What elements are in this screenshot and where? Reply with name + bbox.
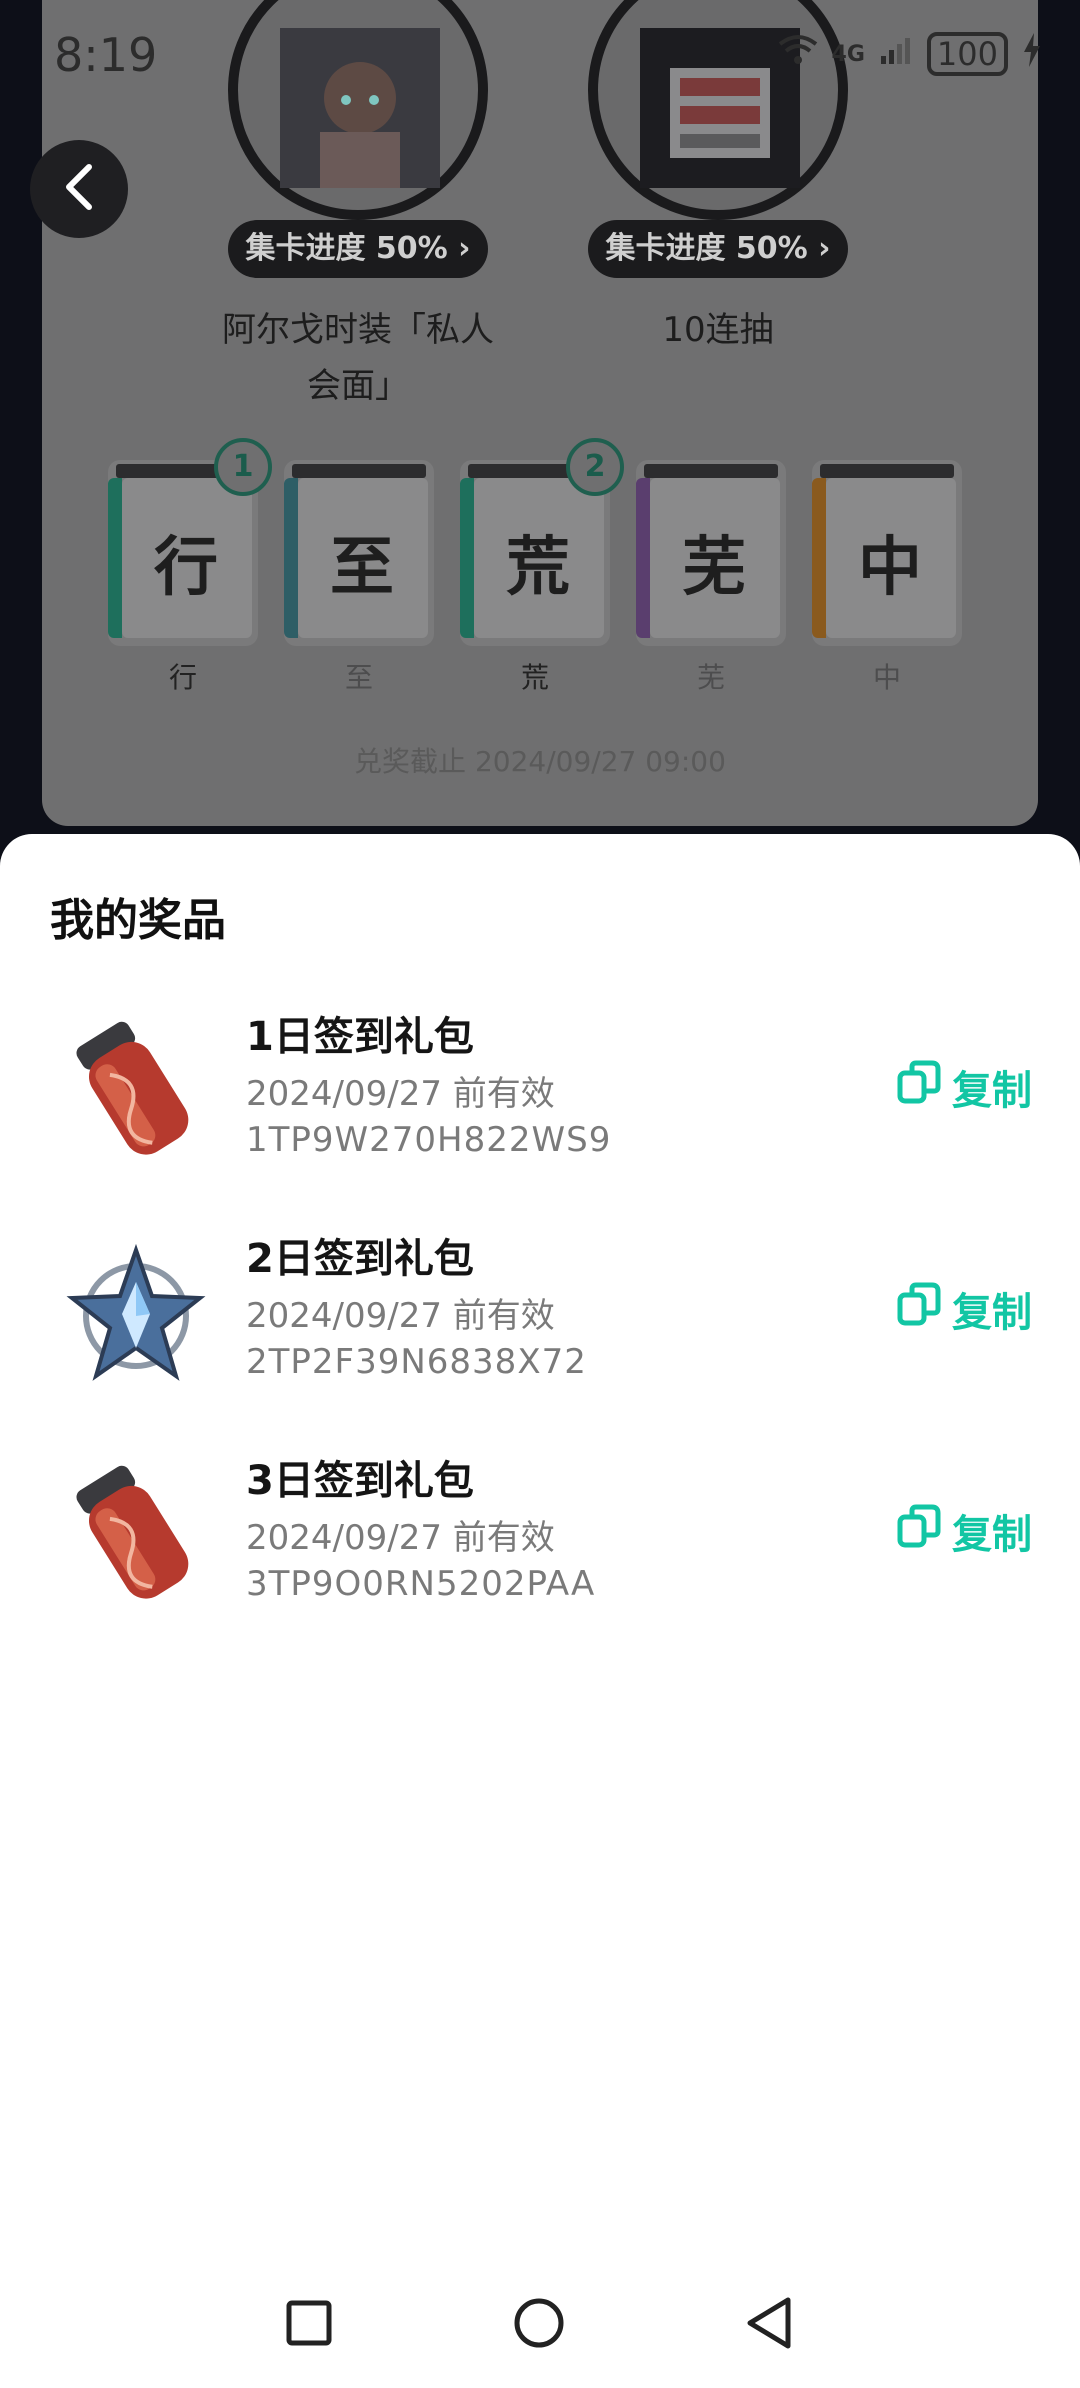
- copy-button[interactable]: 复制: [896, 1052, 1032, 1122]
- status-icons: 4G 100: [778, 32, 1042, 76]
- network-type: 4G: [831, 41, 865, 67]
- sheet-title: 我的奖品: [50, 895, 226, 946]
- card-top-bar: [820, 464, 954, 478]
- battery-indicator: 100: [926, 32, 1008, 76]
- circle-icon: [512, 2296, 566, 2354]
- copy-button[interactable]: 复制: [896, 1274, 1032, 1344]
- prize-item: 1日签到礼包 2024/09/27 前有效 1TP9W270H822WS9 复制: [0, 1004, 1080, 1224]
- prize-code: 3TP9O0RN5202PAA: [246, 1564, 596, 1604]
- card-caption: 荒: [520, 661, 549, 694]
- prize-code: 2TP2F39N6838X72: [246, 1342, 587, 1382]
- prize-code: 1TP9W270H822WS9: [246, 1120, 612, 1160]
- card-tile[interactable]: 中: [812, 460, 962, 646]
- triangle-back-icon: [744, 2296, 794, 2354]
- card-character: 中: [858, 531, 922, 605]
- card-top-bar: [292, 464, 426, 478]
- copy-button[interactable]: 复制: [896, 1496, 1032, 1566]
- recents-button[interactable]: [274, 2290, 344, 2360]
- card-caption: 中: [872, 661, 901, 694]
- signal-icon: [879, 34, 913, 75]
- card-strip: [284, 478, 298, 638]
- prize-name: 2日签到礼包: [246, 1236, 474, 1282]
- card-tile[interactable]: 至: [284, 460, 434, 646]
- card-caption: 行: [168, 661, 197, 694]
- prize-validity: 2024/09/27 前有效: [246, 1518, 555, 1558]
- prize-item: 2日签到礼包 2024/09/27 前有效 2TP2F39N6838X72 复制: [0, 1226, 1080, 1446]
- prize-validity: 2024/09/27 前有效: [246, 1074, 555, 1114]
- status-time: 8:19: [54, 28, 158, 82]
- card-strip: [460, 478, 474, 638]
- square-icon: [285, 2299, 333, 2351]
- home-button[interactable]: [504, 2290, 574, 2360]
- card-strip: [812, 478, 826, 638]
- collection-cards-row: 行 1 行 至 至 荒 2 荒 芜 芜 中 中: [108, 438, 988, 710]
- prize-item: 3日签到礼包 2024/09/27 前有效 3TP9O0RN5202PAA 复制: [0, 1448, 1080, 1668]
- reward-label: 10连抽: [662, 310, 774, 350]
- card-tile[interactable]: 芜: [636, 460, 786, 646]
- collection-progress-button[interactable]: 集卡进度 50% ›: [228, 220, 488, 278]
- copy-icon: [896, 1059, 942, 1115]
- red-capsule-icon: [66, 1014, 206, 1174]
- copy-icon: [896, 1503, 942, 1559]
- back-nav-button[interactable]: [734, 2290, 804, 2360]
- prize-name: 3日签到礼包: [246, 1458, 474, 1504]
- card-top-bar: [644, 464, 778, 478]
- blue-star-crystal-icon: [66, 1236, 206, 1396]
- copy-label: 复制: [952, 1068, 1032, 1114]
- copy-icon: [896, 1281, 942, 1337]
- charging-icon: [1022, 32, 1042, 76]
- copy-label: 复制: [952, 1512, 1032, 1558]
- redeem-deadline: 兑奖截止 2024/09/27 09:00: [354, 745, 726, 778]
- red-capsule-icon: [66, 1458, 206, 1618]
- my-prizes-sheet: 我的奖品 1日签到礼包 2024/09/27 前有效 1TP9W270H822W…: [0, 834, 1080, 2388]
- card-character: 至: [330, 531, 394, 605]
- prize-name: 1日签到礼包: [246, 1014, 474, 1060]
- system-navigation-bar: [0, 2260, 1080, 2388]
- collection-progress-button[interactable]: 集卡进度 50% ›: [588, 220, 848, 278]
- card-strip: [636, 478, 650, 638]
- card-caption: 至: [344, 661, 373, 694]
- reward-label: 阿尔戈时装「私人会面」: [222, 310, 494, 406]
- card-count-badge: 1: [214, 438, 272, 496]
- card-count-badge: 2: [566, 438, 624, 496]
- card-character: 荒: [506, 531, 570, 605]
- copy-label: 复制: [952, 1290, 1032, 1336]
- status-bar: 8:19 4G 100: [0, 0, 1080, 110]
- card-character: 芜: [682, 531, 746, 605]
- background-page: 集卡进度 50% › 阿尔戈时装「私人会面」 集卡进度 50% › 10连抽 行…: [0, 0, 1080, 880]
- card-character: 行: [154, 531, 218, 605]
- card-caption: 芜: [696, 661, 725, 694]
- chevron-left-icon: [59, 162, 99, 216]
- prize-validity: 2024/09/27 前有效: [246, 1296, 555, 1336]
- wifi-icon: [778, 34, 818, 75]
- back-button[interactable]: [30, 140, 128, 238]
- card-strip: [108, 478, 122, 638]
